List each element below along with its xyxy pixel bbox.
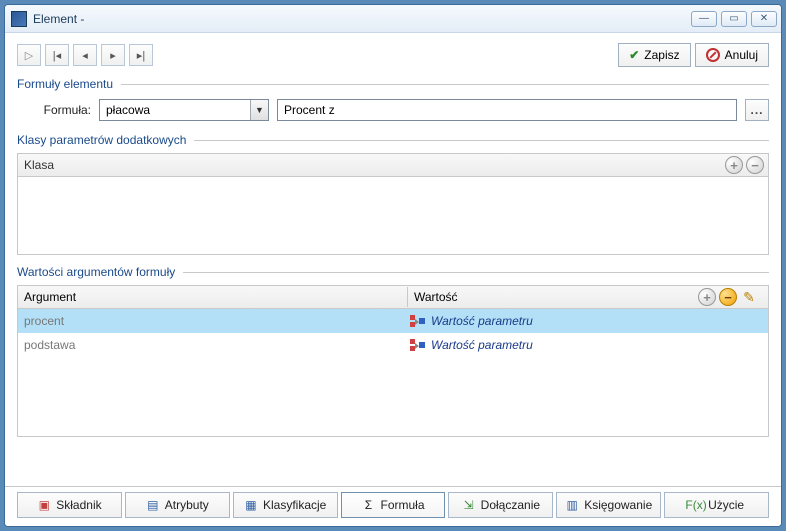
usage-icon: F(x) <box>689 498 703 512</box>
tab-label: Księgowanie <box>584 498 652 512</box>
save-label: Zapisz <box>644 48 679 62</box>
tab-formula[interactable]: Σ Formuła <box>341 492 446 518</box>
window-title: Element - <box>33 12 691 26</box>
parameter-icon <box>410 314 426 328</box>
add-argument-button[interactable]: + <box>698 288 716 306</box>
tab-label: Dołączanie <box>481 498 540 512</box>
content-area: ▷ |◂ ◂ ▸ ▸| ✔ Zapisz Anuluj Formuły elem… <box>5 33 781 486</box>
formula-label: Formuła: <box>31 103 91 117</box>
nav-next-icon[interactable]: ▸ <box>101 44 125 66</box>
cancel-icon <box>706 48 720 62</box>
remove-argument-button[interactable]: − <box>719 288 737 306</box>
remove-klasa-button[interactable]: − <box>746 156 764 174</box>
edit-argument-button[interactable]: ✎ <box>740 288 758 306</box>
close-button[interactable]: ✕ <box>751 11 777 27</box>
tab-label: Klasyfikacje <box>263 498 326 512</box>
tab-klasyfikacje[interactable]: ▦ Klasyfikacje <box>233 492 338 518</box>
arguments-body: procent Wartość parametru podstawa Warto… <box>17 309 769 437</box>
argument-row[interactable]: podstawa Wartość parametru <box>18 333 768 357</box>
formula-icon: Σ <box>362 498 376 512</box>
tab-label: Formuła <box>381 498 425 512</box>
tab-ksiegowanie[interactable]: ▥ Księgowanie <box>556 492 661 518</box>
divider <box>183 272 769 273</box>
arguments-header: Argument Wartość + − ✎ <box>17 285 769 309</box>
section-wartosci-label: Wartości argumentów formuły <box>17 265 175 279</box>
add-klasa-button[interactable]: + <box>725 156 743 174</box>
klasa-column: Klasa <box>18 155 60 175</box>
app-icon <box>11 11 27 27</box>
section-formulas-label: Formuły elementu <box>17 77 113 91</box>
classifications-icon: ▦ <box>244 498 258 512</box>
formula-type-value: płacowa <box>100 100 250 120</box>
section-klasy: Klasy parametrów dodatkowych <box>17 133 769 147</box>
window-controls: — ▭ ✕ <box>691 11 777 27</box>
tab-label: Atrybuty <box>165 498 209 512</box>
top-toolbar: ▷ |◂ ◂ ▸ ▸| ✔ Zapisz Anuluj <box>17 43 769 67</box>
argument-name: podstawa <box>18 335 408 355</box>
argument-value: Wartość parametru <box>431 338 533 352</box>
section-klasy-label: Klasy parametrów dodatkowych <box>17 133 186 147</box>
klasa-header: Klasa + − <box>17 153 769 177</box>
minimize-button[interactable]: — <box>691 11 717 27</box>
tab-label: Składnik <box>56 498 101 512</box>
chevron-down-icon[interactable]: ▼ <box>250 100 268 120</box>
cancel-button[interactable]: Anuluj <box>695 43 769 67</box>
argument-column: Argument <box>18 287 408 307</box>
formula-row: Formuła: płacowa ▼ Procent z ... <box>17 97 769 123</box>
more-button[interactable]: ... <box>745 99 769 121</box>
formula-name-input[interactable]: Procent z <box>277 99 737 121</box>
nav-last-icon[interactable]: ▸| <box>129 44 153 66</box>
section-formulas: Formuły elementu <box>17 77 769 91</box>
section-wartosci: Wartości argumentów formuły <box>17 265 769 279</box>
klasa-body[interactable] <box>17 177 769 255</box>
tab-atrybuty[interactable]: ▤ Atrybuty <box>125 492 230 518</box>
arguments-grid: Argument Wartość + − ✎ procent Wartość p… <box>17 285 769 437</box>
attach-icon: ⇲ <box>462 498 476 512</box>
formula-type-combo[interactable]: płacowa ▼ <box>99 99 269 121</box>
argument-value: Wartość parametru <box>431 314 533 328</box>
bottom-tabs: ▣ Składnik ▤ Atrybuty ▦ Klasyfikacje Σ F… <box>5 486 781 526</box>
value-column: Wartość <box>414 290 458 304</box>
titlebar: Element - — ▭ ✕ <box>5 5 781 33</box>
save-button[interactable]: ✔ Zapisz <box>618 43 690 67</box>
tab-label: Użycie <box>708 498 744 512</box>
attributes-icon: ▤ <box>146 498 160 512</box>
check-icon: ✔ <box>629 48 639 62</box>
nav-play-icon[interactable]: ▷ <box>17 44 41 66</box>
tab-skladnik[interactable]: ▣ Składnik <box>17 492 122 518</box>
argument-row[interactable]: procent Wartość parametru <box>18 309 768 333</box>
element-window: Element - — ▭ ✕ ▷ |◂ ◂ ▸ ▸| ✔ Zapisz Anu… <box>4 4 782 527</box>
accounting-icon: ▥ <box>565 498 579 512</box>
tab-dolaczanie[interactable]: ⇲ Dołączanie <box>448 492 553 518</box>
tab-uzycie[interactable]: F(x) Użycie <box>664 492 769 518</box>
divider <box>121 84 769 85</box>
klasa-grid: Klasa + − <box>17 153 769 255</box>
component-icon: ▣ <box>37 498 51 512</box>
parameter-icon <box>410 338 426 352</box>
cancel-label: Anuluj <box>725 48 758 62</box>
argument-name: procent <box>18 311 408 331</box>
maximize-button[interactable]: ▭ <box>721 11 747 27</box>
nav-prev-icon[interactable]: ◂ <box>73 44 97 66</box>
nav-first-icon[interactable]: |◂ <box>45 44 69 66</box>
divider <box>194 140 769 141</box>
